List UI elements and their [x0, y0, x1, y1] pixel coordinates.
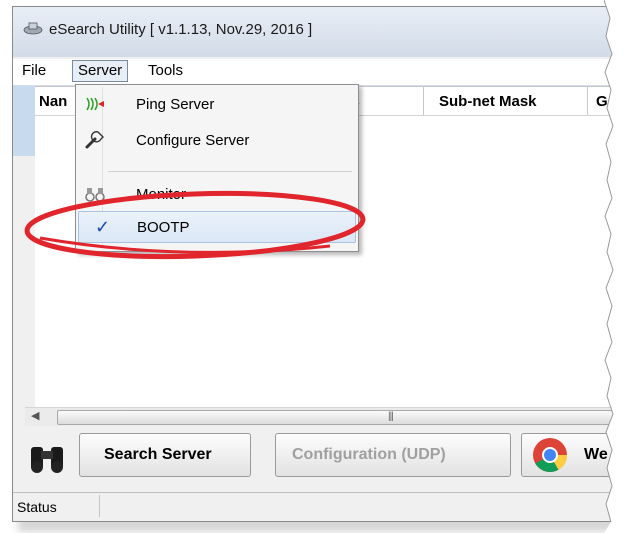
scroll-thumb[interactable]: ||| [57, 410, 619, 425]
ping-icon [86, 97, 104, 111]
window-edge-accent [13, 86, 35, 156]
menu-tools[interactable]: Tools [143, 61, 188, 81]
menu-item-bootp[interactable]: ✓ BOOTP [78, 211, 356, 243]
col-gateway[interactable]: Ga [592, 87, 623, 115]
menu-separator [108, 171, 352, 172]
menu-bar: File Server Tools [13, 59, 623, 86]
scroll-left-icon[interactable]: ◀ [31, 409, 39, 422]
toolbar: Search Server Configuration (UDP) We [13, 427, 623, 487]
chrome-icon [533, 438, 567, 472]
configuration-udp-button[interactable]: Configuration (UDP) [275, 433, 511, 477]
app-icon [23, 22, 43, 35]
status-divider [99, 495, 100, 517]
binoculars-icon [85, 188, 105, 202]
status-text: Status [17, 499, 57, 515]
menu-item-configure-server[interactable]: Configure Server [78, 125, 354, 155]
col-name[interactable]: Nan [35, 87, 80, 115]
horizontal-scrollbar[interactable]: ◀ ||| [25, 407, 623, 426]
search-server-button[interactable]: Search Server [79, 433, 251, 477]
menu-server[interactable]: Server [72, 60, 129, 82]
menu-file[interactable]: File [17, 61, 51, 81]
wrench-icon [85, 131, 104, 149]
check-icon: ✓ [95, 217, 111, 237]
menu-item-monitor[interactable]: Monitor [78, 179, 354, 209]
window-title: eSearch Utility [ v1.1.13, Nov.29, 2016 … [49, 21, 313, 38]
web-button[interactable]: We [521, 433, 623, 477]
server-menu-dropdown: Ping Server Configure Server Monitor ✓ B… [75, 84, 359, 252]
col-subnet-mask[interactable]: Sub-net Mask [435, 87, 588, 115]
binoculars-icon [31, 447, 63, 473]
menu-item-ping-server[interactable]: Ping Server [78, 89, 354, 119]
scroll-grip-icon: ||| [388, 411, 394, 422]
status-bar: Status [13, 492, 623, 521]
title-bar[interactable]: eSearch Utility [ v1.1.13, Nov.29, 2016 … [13, 7, 623, 57]
